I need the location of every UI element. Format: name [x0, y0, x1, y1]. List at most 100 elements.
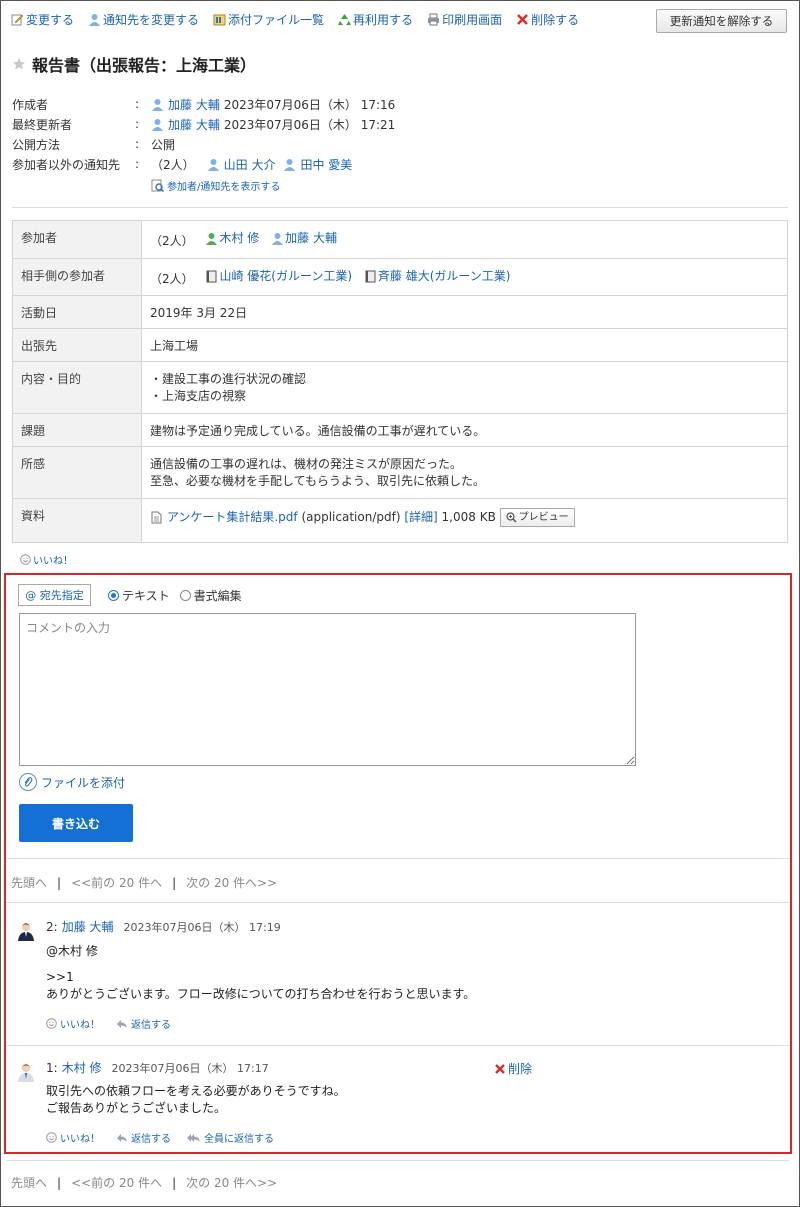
- like-label: いいね！: [60, 1020, 100, 1031]
- comment-input[interactable]: [19, 613, 636, 766]
- notify-user-tanaka[interactable]: 田中 愛美: [300, 156, 352, 173]
- reply-all-label: 全員に返信する: [204, 1134, 274, 1145]
- pager-prev[interactable]: <<前の 20 件へ: [71, 1174, 162, 1191]
- reuse-link[interactable]: 再利用する: [338, 11, 413, 28]
- place-value: 上海工場: [141, 328, 788, 362]
- participants-value: （2人） 木村 修 加藤 大輔: [141, 220, 788, 259]
- reply-link[interactable]: 返信する: [116, 1016, 171, 1031]
- attach-file-link[interactable]: ファイルを添付: [19, 773, 125, 791]
- partner-value: （2人） 山崎 優花(ガルーン工業) 斉藤 雄大(ガルーン工業): [141, 258, 788, 296]
- magnifier-icon: [151, 179, 164, 192]
- place-label: 出張先: [12, 328, 142, 362]
- title-row: 報告書（出張報告：上海工業）: [12, 52, 256, 76]
- edit-link[interactable]: 変更する: [11, 11, 74, 28]
- zoom-icon: [506, 512, 517, 523]
- change-notify-link[interactable]: 通知先を変更する: [88, 11, 199, 28]
- post-comment-button[interactable]: 書き込む: [19, 804, 133, 842]
- show-participants-label: 参加者/通知先を表示する: [167, 182, 281, 193]
- pager-top: 先頭へ | <<前の 20 件へ | 次の 20 件へ>>: [11, 874, 277, 891]
- pager-first[interactable]: 先頭へ: [11, 1174, 47, 1191]
- notify-label: 参加者以外の通知先: [12, 157, 121, 172]
- participant-kato[interactable]: 加藤 大輔: [271, 230, 337, 247]
- address-book-icon: [206, 270, 217, 283]
- text-mode-radio[interactable]: テキスト: [108, 587, 170, 604]
- comment-author[interactable]: 加藤 大輔: [62, 918, 114, 935]
- file-size: 1,008 KB: [441, 510, 496, 524]
- printer-icon: [428, 13, 440, 25]
- partner-name: 山崎 優花(ガルーン工業): [219, 269, 353, 283]
- print-link[interactable]: 印刷用画面: [427, 11, 502, 28]
- reply-reference[interactable]: >>1: [46, 969, 74, 986]
- notify-user-yamada[interactable]: 山田 大介: [224, 156, 276, 173]
- comment-line: 取引先への依頼フローを考える必要がありそうですね。: [46, 1084, 346, 1098]
- reply-icon: [117, 1019, 127, 1028]
- pager-next[interactable]: 次の 20 件へ>>: [186, 1174, 277, 1191]
- date-label: 活動日: [12, 295, 142, 329]
- divider: [6, 858, 790, 859]
- show-participants-link[interactable]: 参加者/通知先を表示する: [151, 178, 280, 193]
- partner-saito[interactable]: 斉藤 雄大(ガルーン工業): [364, 268, 510, 285]
- delete-link[interactable]: 削除する: [516, 11, 579, 28]
- partner-row: 相手側の参加者 （2人） 山崎 優花(ガルーン工業) 斉藤 雄大(ガルーン工業): [12, 258, 788, 296]
- radio-selected-icon: [108, 590, 119, 601]
- creator-row: 作成者 : 加藤 大輔 2023年07月06日（木） 17:16: [12, 94, 532, 114]
- purpose-line: ・建設工事の進行状況の確認: [150, 372, 307, 386]
- smile-icon: [46, 1018, 57, 1029]
- updater-name[interactable]: 加藤 大輔: [168, 116, 220, 133]
- preview-label: プレビュー: [518, 512, 569, 523]
- attachments-link[interactable]: 添付ファイル一覧: [213, 11, 324, 28]
- file-detail-link[interactable]: [詳細]: [404, 510, 437, 524]
- impression-line: 至急、必要な機材を手配してもらうよう、取引先に依頼した。: [150, 474, 486, 488]
- pager-next[interactable]: 次の 20 件へ>>: [186, 874, 277, 891]
- report-meta: 作成者 : 加藤 大輔 2023年07月06日（木） 17:16 最終更新者 :…: [12, 94, 532, 174]
- user-icon: [284, 158, 296, 171]
- unsubscribe-button[interactable]: 更新通知を解除する: [656, 9, 787, 33]
- participant-kimura[interactable]: 木村 修: [205, 230, 259, 247]
- like-link[interactable]: いいね！: [20, 552, 73, 567]
- comment-like-link[interactable]: いいね！: [46, 1130, 100, 1145]
- partner-label: 相手側の参加者: [12, 258, 142, 296]
- visibility-label: 公開方法: [12, 137, 61, 152]
- pager-first[interactable]: 先頭へ: [11, 874, 47, 891]
- comment-mention[interactable]: @木村 修: [46, 943, 98, 960]
- updater-row: 最終更新者 : 加藤 大輔 2023年07月06日（木） 17:21: [12, 114, 532, 134]
- divider: [6, 1045, 790, 1046]
- impression-label: 所感: [12, 446, 142, 499]
- rich-mode-radio[interactable]: 書式編集: [179, 587, 242, 604]
- star-icon[interactable]: [12, 57, 26, 71]
- smile-icon: [20, 554, 31, 565]
- partner-yamazaki[interactable]: 山崎 優花(ガルーン工業): [205, 268, 352, 285]
- radio-unselected-icon: [179, 590, 191, 601]
- comment-delete-link[interactable]: 削除: [494, 1060, 532, 1077]
- attachments-label: 添付ファイル一覧: [228, 12, 325, 27]
- comment-author[interactable]: 木村 修: [62, 1059, 102, 1076]
- reply-all-icon: [187, 1133, 200, 1142]
- smile-icon: [46, 1132, 57, 1143]
- pager-separator: |: [172, 1175, 177, 1190]
- comment-actions: いいね！ 返信する: [46, 1016, 171, 1031]
- pager-prev[interactable]: <<前の 20 件へ: [71, 874, 162, 891]
- edit-label: 変更する: [26, 12, 75, 27]
- participants-label: 参加者: [12, 220, 142, 259]
- delete-icon: [517, 13, 528, 25]
- comment-header: 1: 木村 修 2023年07月06日（木） 17:17: [46, 1059, 269, 1076]
- user-icon: [89, 13, 101, 26]
- reply-all-link[interactable]: 全員に返信する: [187, 1130, 274, 1145]
- user-icon: [152, 98, 163, 111]
- creator-name[interactable]: 加藤 大輔: [168, 96, 220, 113]
- comment-like-link[interactable]: いいね！: [46, 1016, 100, 1031]
- comment-number: 2:: [46, 919, 58, 934]
- participant-name: 木村 修: [219, 231, 260, 245]
- comment-header: 2: 加藤 大輔 2023年07月06日（木） 17:19: [46, 918, 281, 935]
- comment-text: 取引先への依頼フローを考える必要がありそうですね。 ご報告ありがとうございました…: [46, 1083, 346, 1117]
- material-value: アンケート集計結果.pdf (application/pdf) [詳細] 1,0…: [141, 498, 788, 543]
- mention-button[interactable]: @ 宛先指定: [18, 584, 91, 606]
- impression-value: 通信設備の工事の遅れは、機材の発注ミスが原因だった。 至急、必要な機材を手配して…: [141, 446, 788, 499]
- purpose-line: ・上海支店の視察: [150, 389, 247, 403]
- reply-link[interactable]: 返信する: [116, 1130, 171, 1145]
- impression-row: 所感 通信設備の工事の遅れは、機材の発注ミスが原因だった。 至急、必要な機材を手…: [12, 446, 788, 499]
- pager-separator: |: [57, 1175, 62, 1190]
- purpose-value: ・建設工事の進行状況の確認 ・上海支店の視察: [141, 361, 788, 414]
- preview-button[interactable]: プレビュー: [499, 508, 575, 527]
- file-link[interactable]: アンケート集計結果.pdf: [167, 510, 298, 524]
